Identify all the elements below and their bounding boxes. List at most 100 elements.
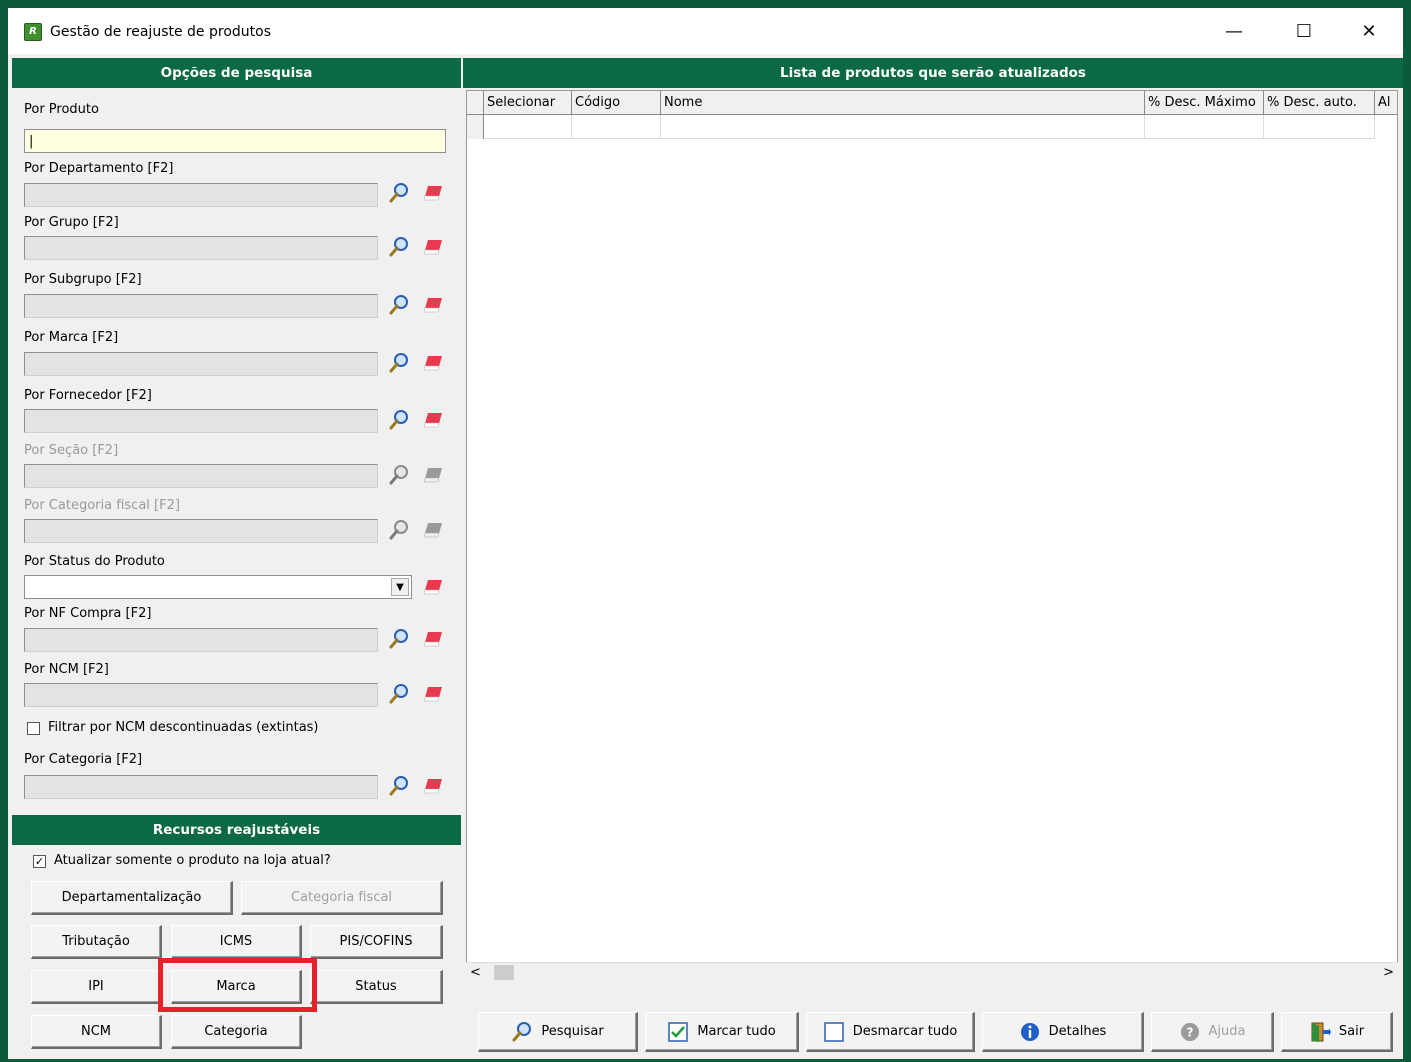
ipi-button[interactable]: IPI (31, 970, 162, 1004)
products-list-header: Lista de produtos que serão atualizados (463, 58, 1403, 88)
label-group: Por Grupo [F2] (24, 215, 119, 230)
departamentalizacao-button[interactable]: Departamentalização (31, 881, 233, 915)
check-icon (668, 1021, 689, 1042)
product-status-select[interactable]: ▼ (24, 575, 412, 599)
grid-corner (467, 91, 484, 115)
purchase-invoice-field[interactable] (24, 628, 378, 652)
label-subgroup: Por Subgrupo [F2] (24, 272, 142, 287)
sair-label: Sair (1338, 1024, 1365, 1039)
store-only-checkbox[interactable]: ✓ (33, 855, 46, 868)
category-search-icon[interactable] (388, 775, 410, 797)
label-supplier: Por Fornecedor [F2] (24, 388, 152, 403)
supplier-field[interactable] (24, 409, 378, 433)
table-row[interactable] (1264, 115, 1375, 139)
subgroup-search-icon[interactable] (388, 294, 410, 316)
column-codigo[interactable]: Código (572, 91, 661, 115)
label-fiscal-category: Por Categoria fiscal [F2] (24, 498, 180, 513)
window-title: Gestão de reajuste de produtos (50, 24, 271, 40)
department-clear-eraser-icon[interactable] (422, 182, 444, 204)
categoria-highlight-box (158, 958, 317, 1012)
store-only-label: Atualizar somente o produto na loja atua… (54, 853, 331, 868)
subgroup-field[interactable] (24, 294, 378, 318)
subgroup-clear-eraser-icon[interactable] (422, 294, 444, 316)
supplier-search-icon[interactable] (388, 409, 410, 431)
product-search-input[interactable] (24, 129, 446, 153)
info-icon (1020, 1022, 1039, 1041)
ncm-search-icon[interactable] (388, 683, 410, 705)
ncm-clear-eraser-icon[interactable] (422, 683, 444, 705)
help-icon: ? (1180, 1022, 1199, 1041)
group-clear-eraser-icon[interactable] (422, 236, 444, 258)
close-button[interactable]: ✕ (1346, 8, 1392, 54)
column-desc-maximo[interactable]: % Desc. Máximo (1145, 91, 1264, 115)
label-section: Por Seção [F2] (24, 443, 119, 458)
brand-search-icon[interactable] (388, 352, 410, 374)
marcar-tudo-label: Marcar tudo (697, 1024, 776, 1039)
brand-clear-eraser-icon[interactable] (422, 352, 444, 374)
products-grid[interactable]: Selecionar Código Nome % Desc. Máximo % … (466, 90, 1398, 981)
scroll-left-icon[interactable]: < (470, 965, 481, 980)
pesquisar-button[interactable]: Pesquisar (478, 1012, 638, 1052)
ncm-discontinued-label: Filtrar por NCM descontinuadas (extintas… (48, 720, 319, 735)
svg-text:?: ? (1186, 1025, 1193, 1039)
department-search-icon[interactable] (388, 182, 410, 204)
section-field (24, 464, 378, 488)
sair-button[interactable]: Sair (1281, 1012, 1393, 1052)
row-indicator[interactable] (467, 115, 484, 139)
horizontal-scrollbar[interactable]: < > (466, 962, 1398, 981)
supplier-clear-eraser-icon[interactable] (422, 409, 444, 431)
grid-header-row: Selecionar Código Nome % Desc. Máximo % … (467, 91, 1397, 115)
adjustable-resources-header: Recursos reajustáveis (12, 815, 461, 845)
column-nome[interactable]: Nome (661, 91, 1145, 115)
title-bar: R Gestão de reajuste de produtos — ☐ ✕ (8, 8, 1403, 54)
category-field[interactable] (24, 775, 378, 799)
categoria-button[interactable]: Categoria (171, 1015, 302, 1049)
purchase-invoice-clear-eraser-icon[interactable] (422, 628, 444, 650)
section-clear-eraser-icon (423, 468, 442, 483)
scroll-right-icon[interactable]: > (1383, 965, 1394, 980)
status-button[interactable]: Status (310, 970, 443, 1004)
table-row[interactable] (1145, 115, 1264, 139)
department-field[interactable] (24, 183, 378, 207)
ncm-button[interactable]: NCM (31, 1015, 162, 1049)
column-desc-auto[interactable]: % Desc. auto. (1264, 91, 1375, 115)
column-selecionar[interactable]: Selecionar (484, 91, 572, 115)
purchase-invoice-search-icon[interactable] (388, 628, 410, 650)
ajuda-label: Ajuda (1208, 1024, 1246, 1039)
category-clear-eraser-icon[interactable] (422, 775, 444, 797)
label-product-status: Por Status do Produto (24, 554, 165, 569)
categoria-fiscal-button: Categoria fiscal (241, 881, 443, 915)
unchecked-box-icon (823, 1021, 844, 1042)
label-ncm: Por NCM [F2] (24, 662, 109, 677)
chevron-down-icon[interactable]: ▼ (391, 578, 409, 596)
section-search-icon (389, 465, 408, 485)
icms-button[interactable]: ICMS (171, 925, 302, 959)
label-product: Por Produto (24, 102, 99, 117)
detalhes-button[interactable]: Detalhes (982, 1012, 1144, 1052)
label-brand: Por Marca [F2] (24, 330, 119, 345)
fiscal-category-clear-eraser-icon (423, 523, 442, 538)
tributacao-button[interactable]: Tributação (31, 925, 162, 959)
table-row[interactable] (572, 115, 661, 139)
group-search-icon[interactable] (388, 236, 410, 258)
group-field[interactable] (24, 236, 378, 260)
column-al[interactable]: Al (1375, 91, 1399, 115)
product-status-clear-eraser-icon[interactable] (422, 576, 444, 598)
minimize-button[interactable]: — (1211, 8, 1257, 54)
ncm-field[interactable] (24, 683, 378, 707)
desmarcar-tudo-button[interactable]: Desmarcar tudo (806, 1012, 975, 1052)
marcar-tudo-button[interactable]: Marcar tudo (645, 1012, 799, 1052)
table-row[interactable] (661, 115, 1145, 139)
maximize-button[interactable]: ☐ (1281, 8, 1327, 54)
scrollbar-thumb[interactable] (494, 965, 514, 980)
ajuda-button: ? Ajuda (1151, 1012, 1274, 1052)
search-options-panel: Opções de pesquisa Por Produto Por Depar… (12, 58, 461, 1056)
label-category: Por Categoria [F2] (24, 752, 143, 767)
search-icon (512, 1021, 532, 1041)
table-row[interactable] (484, 115, 572, 139)
detalhes-label: Detalhes (1048, 1024, 1107, 1039)
brand-field[interactable] (24, 352, 378, 376)
ncm-discontinued-checkbox[interactable] (27, 722, 40, 735)
pis-cofins-button[interactable]: PIS/COFINS (310, 925, 443, 959)
pesquisar-label: Pesquisar (541, 1024, 604, 1039)
